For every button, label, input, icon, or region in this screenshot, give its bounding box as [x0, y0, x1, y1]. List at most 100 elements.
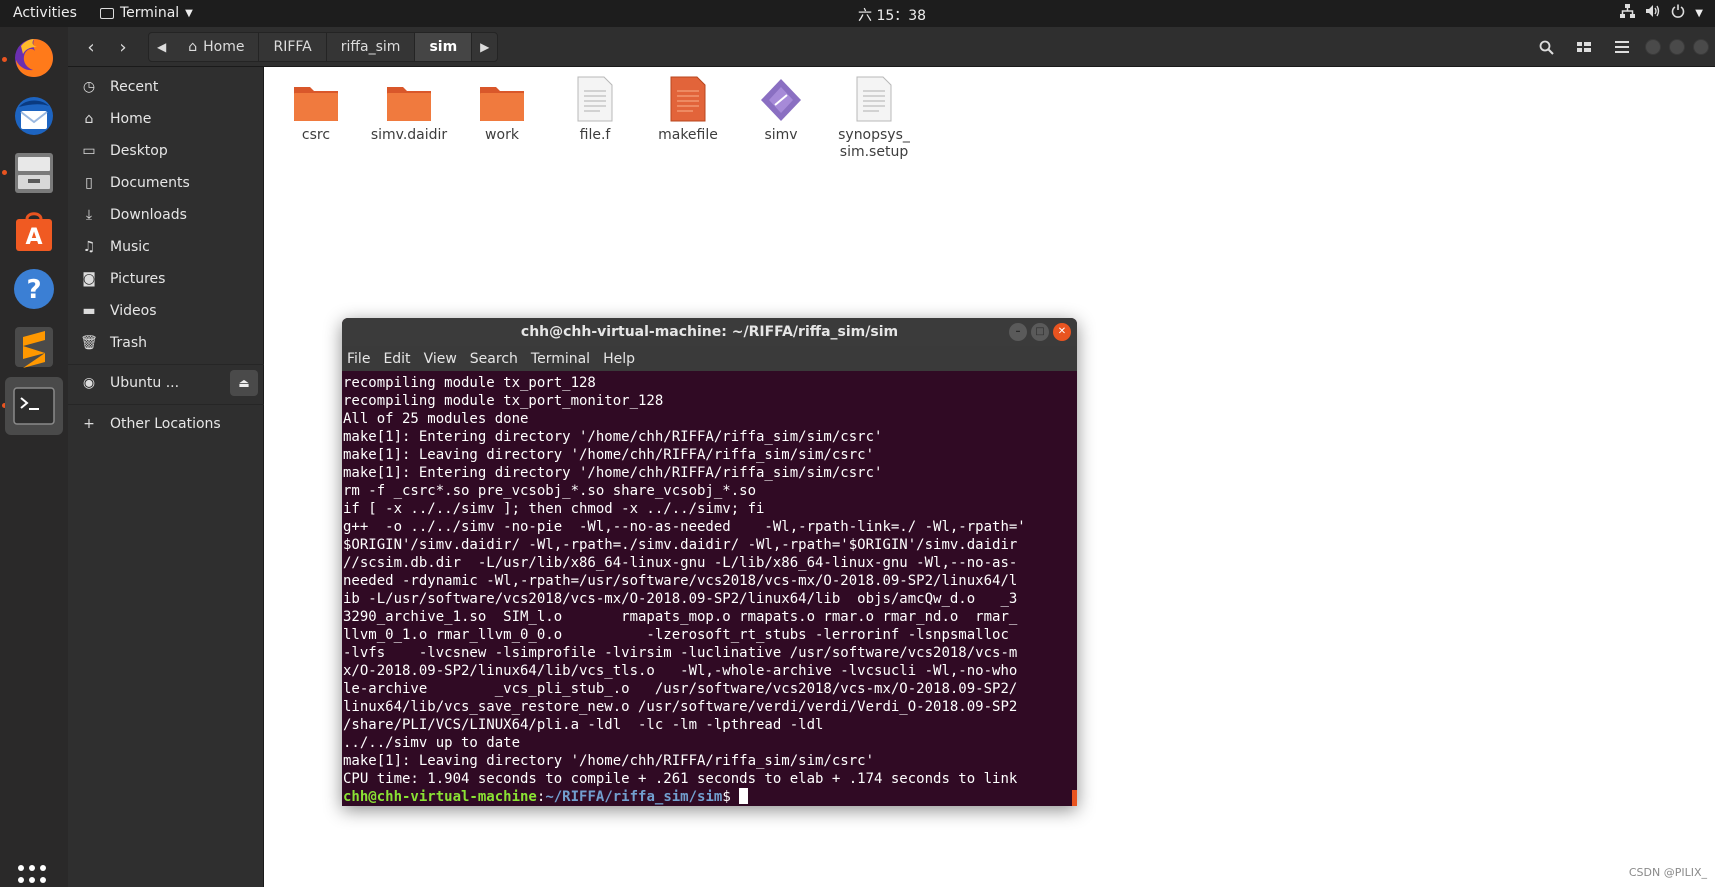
terminal-prompt[interactable]: chh@chh-virtual-machine:~/RIFFA/riffa_si… [343, 788, 1077, 806]
sublime-text-launcher[interactable] [5, 318, 63, 376]
sidebar-item-pictures[interactable]: ◙ Pictures [68, 264, 264, 294]
menu-terminal[interactable]: Terminal [531, 351, 590, 367]
makefile-icon [670, 76, 706, 122]
scrollbar[interactable] [1072, 790, 1077, 806]
text-file-icon [856, 76, 892, 122]
menu-edit[interactable]: Edit [383, 351, 410, 367]
eject-button[interactable]: ⏏ [230, 370, 258, 396]
close-button[interactable]: ✕ [1053, 323, 1071, 341]
breadcrumb-home[interactable]: ⌂ Home [174, 33, 260, 61]
sidebar-divider [68, 364, 264, 365]
file-name: synopsys_ sim.setup [838, 127, 910, 160]
firefox-launcher[interactable] [5, 28, 63, 86]
breadcrumb-left-arrow[interactable]: ◀ [149, 33, 174, 61]
sidebar-item-ubuntu-disc[interactable]: ◉ Ubuntu ... ⏏ [68, 368, 264, 398]
terminal-line: needed -rdynamic -Wl,-rpath=/usr/softwar… [343, 573, 1018, 589]
menu-button[interactable] [1603, 33, 1641, 61]
sidebar-item-trash[interactable]: 🗑 Trash [68, 328, 264, 358]
terminal-line: make[1]: Entering directory '/home/chh/R… [343, 465, 883, 481]
menu-view[interactable]: View [424, 351, 457, 367]
thunderbird-launcher[interactable] [5, 87, 63, 145]
terminal-line: $ORIGIN'/simv.daidir/ -Wl,-rpath=./simv.… [343, 537, 1018, 553]
file-item-simv-daidir[interactable]: simv.daidir [364, 73, 454, 144]
breadcrumb-label: riffa_sim [340, 39, 401, 55]
search-button[interactable] [1527, 33, 1565, 61]
search-icon [1539, 40, 1554, 55]
help-icon: ? [14, 269, 54, 309]
file-item-work[interactable]: work [457, 73, 547, 144]
forward-button[interactable]: › [108, 33, 138, 61]
sidebar-item-music[interactable]: ♫ Music [68, 232, 264, 262]
folder-icon [387, 87, 431, 121]
minimize-button[interactable] [1645, 39, 1661, 55]
sidebar-item-label: Trash [110, 335, 147, 351]
minimize-button[interactable]: – [1009, 323, 1027, 341]
sidebar-item-label: Other Locations [110, 416, 221, 432]
sidebar-item-downloads[interactable]: ⤓ Downloads [68, 200, 264, 230]
maximize-button[interactable] [1669, 39, 1685, 55]
app-menu[interactable]: Terminal ▼ [100, 5, 193, 21]
sidebar-item-desktop[interactable]: ▭ Desktop [68, 136, 264, 166]
disc-icon: ◉ [82, 375, 96, 391]
hamburger-icon [1615, 41, 1629, 53]
breadcrumb-right-arrow[interactable]: ▶ [472, 33, 497, 61]
menu-help[interactable]: Help [603, 351, 635, 367]
sidebar-item-videos[interactable]: ▬ Videos [68, 296, 264, 326]
system-tray[interactable]: ▼ [1620, 4, 1703, 22]
terminal-icon [13, 387, 55, 425]
software-launcher[interactable]: A [5, 202, 63, 260]
video-icon: ▬ [82, 303, 96, 319]
terminal-line: make[1]: Entering directory '/home/chh/R… [343, 429, 883, 445]
music-note-icon: ♫ [82, 239, 96, 255]
folder-icon: ▭ [82, 143, 96, 159]
thunderbird-icon [15, 97, 53, 135]
activities-button[interactable]: Activities [13, 5, 77, 21]
sidebar-item-documents[interactable]: ▯ Documents [68, 168, 264, 198]
files-launcher[interactable] [5, 144, 63, 202]
terminal-line: linux64/lib/vcs_save_restore_new.o /usr/… [343, 699, 1018, 715]
breadcrumb-riffa[interactable]: RIFFA [259, 33, 327, 61]
sidebar-item-label: Desktop [110, 143, 168, 159]
text-cursor [739, 788, 749, 804]
menu-search[interactable]: Search [470, 351, 518, 367]
terminal-window-controls: – □ ✕ [1009, 323, 1071, 341]
maximize-button[interactable]: □ [1031, 323, 1049, 341]
terminal-line: CPU time: 1.904 seconds to compile + .26… [343, 771, 1018, 787]
terminal-line: llvm_0_1.o rmar_llvm_0_0.o -lzerosoft_rt… [343, 627, 1018, 643]
terminal-titlebar[interactable]: chh@chh-virtual-machine: ~/RIFFA/riffa_s… [342, 318, 1077, 346]
breadcrumb-riffa-sim[interactable]: riffa_sim [327, 33, 416, 61]
sidebar-item-label: Recent [110, 79, 159, 95]
terminal-window[interactable]: chh@chh-virtual-machine: ~/RIFFA/riffa_s… [342, 318, 1077, 806]
ubuntu-software-icon: A [16, 212, 52, 251]
file-item-file-f[interactable]: file.f [550, 73, 640, 144]
close-button[interactable] [1693, 39, 1709, 55]
breadcrumb-label: Home [203, 39, 245, 55]
file-item-makefile[interactable]: makefile [643, 73, 733, 144]
file-item-csrc[interactable]: csrc [271, 73, 361, 144]
sidebar-item-other-locations[interactable]: + Other Locations [68, 409, 264, 439]
clock[interactable]: 六 15：38 [858, 5, 926, 25]
file-name: simv.daidir [370, 127, 448, 143]
terminal-launcher[interactable] [5, 377, 63, 435]
terminal-output[interactable]: recompiling module tx_port_128 recompilin… [342, 371, 1077, 806]
eject-icon: ⏏ [238, 376, 250, 390]
terminal-line: g++ -o ../../simv -no-pie -Wl,--no-as-ne… [343, 519, 1026, 535]
sidebar-item-recent[interactable]: ◷ Recent [68, 72, 264, 102]
terminal-line: /share/PLI/VCS/LINUX64/pli.a -ldl -lc -l… [343, 717, 824, 733]
terminal-menubar: File Edit View Search Terminal Help [342, 346, 1077, 371]
back-button[interactable]: ‹ [76, 33, 106, 61]
sidebar-item-home[interactable]: ⌂ Home [68, 104, 264, 134]
file-item-simv[interactable]: simv [736, 73, 826, 144]
file-cabinet-icon [15, 153, 53, 193]
menu-file[interactable]: File [347, 351, 370, 367]
home-icon: ⌂ [188, 39, 198, 55]
document-icon: ▯ [85, 175, 93, 191]
breadcrumb-sim[interactable]: sim [415, 33, 473, 61]
file-item-synopsys-sim-setup[interactable]: synopsys_ sim.setup [829, 73, 919, 161]
help-launcher[interactable]: ? [5, 260, 63, 318]
terminal-title: chh@chh-virtual-machine: ~/RIFFA/riffa_s… [520, 324, 899, 340]
watermark: CSDN @PILIX_ [1628, 866, 1707, 879]
view-options-button[interactable] [1565, 33, 1603, 61]
terminal-line: 3290_archive_1.so SIM_l.o rmapats_mop.o … [343, 609, 1018, 625]
show-applications-button[interactable] [18, 865, 50, 887]
